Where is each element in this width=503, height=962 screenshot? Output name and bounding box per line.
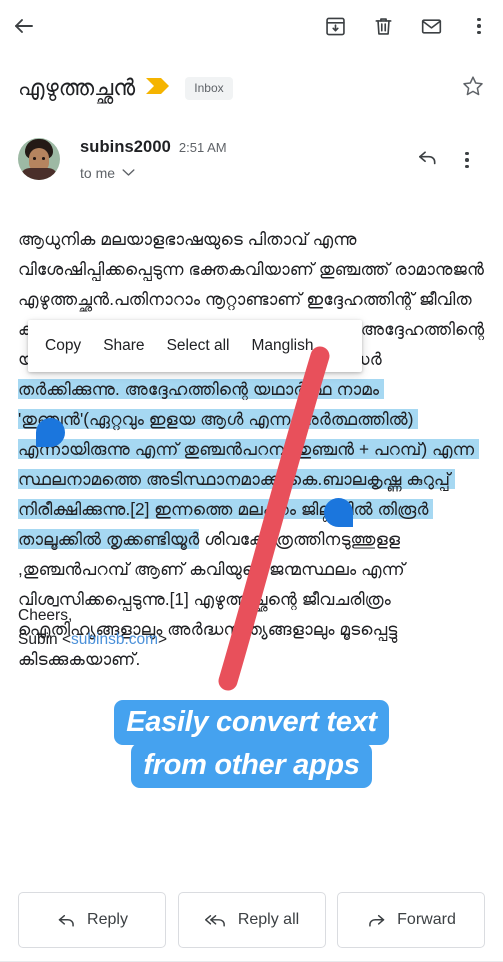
forward-button[interactable]: Forward [337,892,485,948]
caption-line-1: Easily convert text [114,700,389,745]
page-title: എഴുത്തച്ഛൻ [18,75,136,100]
mark-unread-button[interactable] [407,2,455,50]
caption-row-1: Easily convert text [0,700,503,745]
caption-line-2: from other apps [131,743,372,788]
signature-name: Subin < [18,631,72,648]
star-outline-icon[interactable] [461,74,485,103]
caption-row-2: from other apps [0,743,503,788]
signature-link[interactable]: subinsb.com [71,631,158,648]
signature-line-2: Subin <subinsb.com> [18,628,167,652]
top-toolbar [0,0,503,52]
subject-row: എഴുത്തച്ഛൻ Inbox [0,62,503,114]
forward-button-label: Forward [397,911,456,928]
back-button[interactable] [0,2,48,50]
context-menu-item-manglish[interactable]: Manglish [240,337,330,355]
selection-handle-end[interactable] [324,498,353,527]
recipients-row[interactable]: to me [80,164,407,182]
forward-arrow-icon [366,910,387,931]
label-chip-inbox[interactable]: Inbox [185,76,233,100]
reply-button[interactable]: Reply [18,892,166,948]
reply-button-inline[interactable] [407,140,447,180]
text-selection-context-menu: Copy Share Select all Manglish [28,320,362,372]
more-vertical-icon [457,150,477,170]
bottom-action-bar: Reply Reply all Forward [0,892,503,948]
signature-bracket-close: > [158,631,168,648]
reply-all-arrow-icon [204,910,228,931]
sender-row: subins2000 2:51 AM to me [0,134,503,204]
reply-arrow-icon [416,146,439,174]
sender-details: subins2000 2:51 AM to me [80,134,407,182]
avatar-eye-right [42,157,45,160]
trash-icon [372,15,395,38]
message-overflow-button[interactable] [447,140,487,180]
reply-all-button-label: Reply all [237,911,300,928]
archive-icon [324,15,347,38]
context-menu-item-select-all[interactable]: Select all [156,337,241,355]
selection-handle-start[interactable] [36,418,65,447]
signature: Cheers, Subin <subinsb.com> [18,604,167,652]
message-actions [407,134,487,180]
context-menu-item-share[interactable]: Share [92,337,155,355]
reply-button-label: Reply [87,911,128,928]
envelope-icon [420,15,443,38]
reply-all-button[interactable]: Reply all [177,892,326,948]
selected-text: തർക്കിക്കുന്നു. അദ്ദേഹത്തിന്റെ യഥാർത്ഥ ന… [18,379,480,549]
avatar-body [20,168,58,180]
more-vertical-icon [469,16,489,36]
recipients-label: to me [80,165,116,181]
delete-button[interactable] [359,2,407,50]
sender-name[interactable]: subins2000 [80,138,171,157]
important-chevron-icon[interactable] [145,77,171,100]
signature-line-1: Cheers, [18,607,73,624]
context-menu-item-copy[interactable]: Copy [28,337,92,355]
chevron-down-icon [122,164,135,182]
overflow-menu-button[interactable] [455,2,503,50]
message-timestamp: 2:51 AM [178,140,227,155]
annotation-caption: Easily convert text from other apps [0,700,503,788]
back-arrow-icon [12,14,36,38]
avatar[interactable] [18,138,60,180]
sender-name-row: subins2000 2:51 AM [80,138,407,157]
archive-button[interactable] [311,2,359,50]
reply-arrow-icon [56,910,77,931]
avatar-eye-left [33,157,36,160]
